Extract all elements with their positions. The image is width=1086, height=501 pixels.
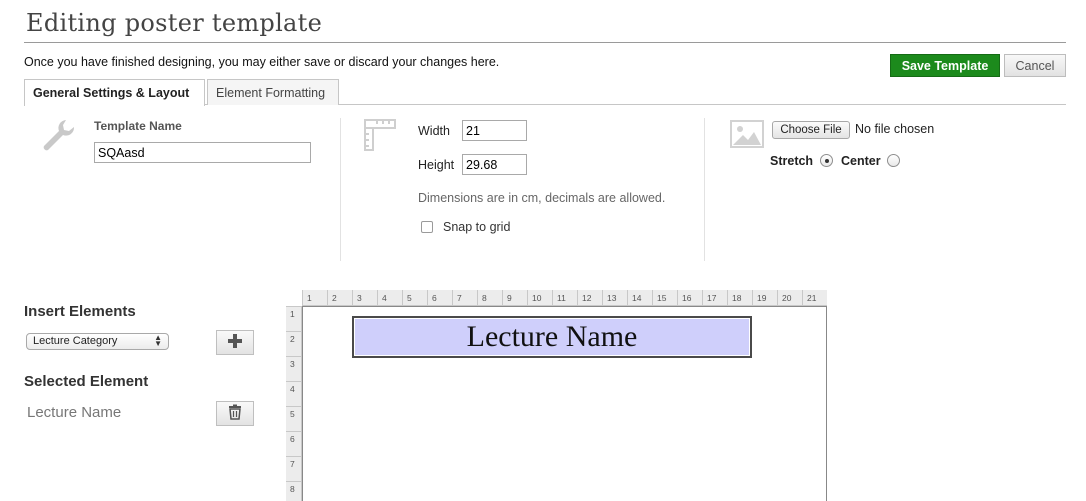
choose-file-button[interactable]: Choose File [772, 121, 850, 139]
lecture-name-element[interactable]: Lecture Name [352, 316, 752, 358]
ruler-tick: 5 [286, 406, 302, 431]
height-input[interactable] [462, 154, 527, 175]
ruler-tick: 3 [352, 290, 377, 306]
ruler-tick: 14 [627, 290, 652, 306]
wrench-icon [40, 117, 76, 158]
section-divider [704, 118, 705, 261]
snap-to-grid-checkbox[interactable] [421, 221, 433, 233]
ruler-tick: 7 [286, 456, 302, 481]
ruler-tick: 4 [286, 381, 302, 406]
selected-element-name: Lecture Name [27, 404, 122, 421]
stretch-radio[interactable] [820, 154, 833, 167]
ruler-tick: 1 [286, 306, 302, 331]
ruler-tick: 20 [777, 290, 802, 306]
section-divider [340, 118, 341, 261]
trash-icon [227, 404, 243, 423]
ruler-tick: 18 [727, 290, 752, 306]
tab-element-formatting[interactable]: Element Formatting [207, 79, 339, 105]
snap-to-grid-label: Snap to grid [443, 220, 511, 234]
stretch-label: Stretch [770, 154, 814, 168]
select-arrows-icon: ▲ ▼ [154, 333, 162, 348]
page-title: Editing poster template [26, 9, 323, 37]
ruler-tick: 11 [552, 290, 577, 306]
selected-element-heading: Selected Element [24, 373, 149, 390]
ruler-tick: 4 [377, 290, 402, 306]
ruler-tick: 5 [402, 290, 427, 306]
ruler-tick: 17 [702, 290, 727, 306]
image-icon [730, 120, 764, 153]
tab-general-settings[interactable]: General Settings & Layout [24, 79, 205, 106]
width-label: Width [418, 124, 450, 138]
ruler-tick: 12 [577, 290, 602, 306]
ruler-tick: 21 [802, 290, 827, 306]
cancel-button[interactable]: Cancel [1004, 54, 1066, 77]
ruler-tick: 3 [286, 356, 302, 381]
add-element-button[interactable] [216, 330, 254, 355]
ruler-icon [362, 117, 398, 158]
ruler-tick: 6 [427, 290, 452, 306]
ruler-tick: 10 [527, 290, 552, 306]
ruler-tick: 2 [327, 290, 352, 306]
height-label: Height [418, 158, 455, 172]
ruler-tick: 8 [477, 290, 502, 306]
center-radio[interactable] [887, 154, 900, 167]
dimensions-hint: Dimensions are in cm, decimals are allow… [418, 191, 666, 205]
element-type-select-value: Lecture Category [33, 335, 118, 347]
ruler-tick: 15 [652, 290, 677, 306]
ruler-tick: 8 [286, 481, 302, 501]
file-status: No file chosen [855, 122, 935, 136]
width-input[interactable] [462, 120, 527, 141]
vertical-ruler: 12345678 [286, 306, 302, 501]
template-name-input[interactable] [94, 142, 311, 163]
ruler-tick: 2 [286, 331, 302, 356]
element-type-select[interactable]: Lecture Category ▲ ▼ [26, 333, 169, 350]
ruler-tick: 9 [502, 290, 527, 306]
title-divider [24, 42, 1066, 43]
ruler-tick: 13 [602, 290, 627, 306]
delete-element-button[interactable] [216, 401, 254, 426]
ruler-tick: 6 [286, 431, 302, 456]
horizontal-ruler: 1 2 3 4 5 6 7 8 9 10 11 12 13 14 15 16 17 18 19 20 21 [302, 290, 827, 306]
template-name-label: Template Name [94, 119, 182, 133]
ruler-tick: 19 [752, 290, 777, 306]
save-template-button[interactable]: Save Template [890, 54, 1000, 77]
plus-icon [227, 334, 243, 352]
ruler-tick: 7 [452, 290, 477, 306]
ruler-tick: 16 [677, 290, 702, 306]
ruler-tick: 1 [302, 290, 327, 306]
insert-elements-heading: Insert Elements [24, 303, 136, 320]
center-label: Center [841, 154, 881, 168]
intro-text: Once you have finished designing, you ma… [24, 55, 500, 69]
